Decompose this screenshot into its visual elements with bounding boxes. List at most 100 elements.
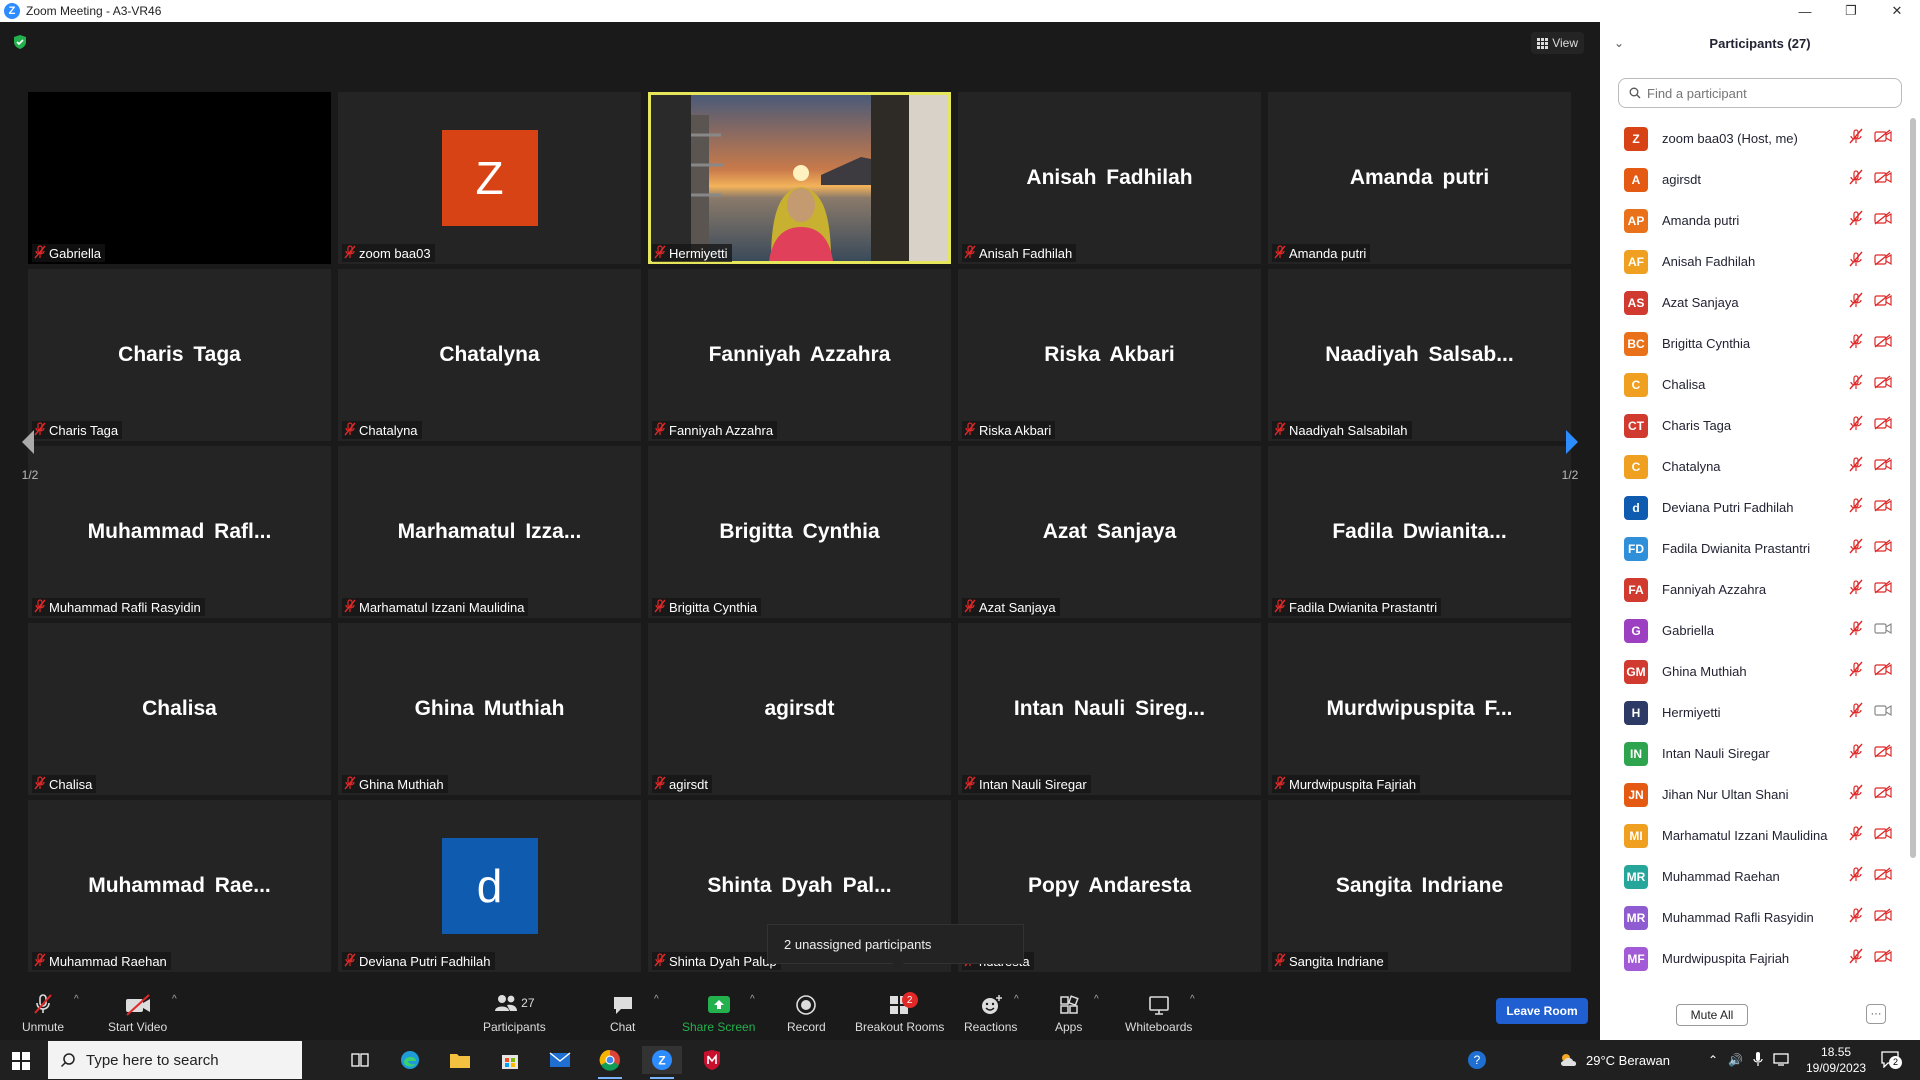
unmute-button[interactable]: Unmute — [22, 990, 64, 1034]
next-page-arrow-icon[interactable] — [1562, 428, 1582, 456]
windows-start-icon[interactable] — [12, 1052, 30, 1070]
participant-row[interactable]: BC Brigitta Cynthia — [1600, 323, 1906, 364]
network-icon[interactable] — [1773, 1052, 1789, 1069]
chrome-browser-icon[interactable] — [590, 1046, 630, 1079]
participant-tile[interactable]: Ghina Muthiah Ghina Muthiah — [338, 623, 641, 795]
view-button[interactable]: View — [1531, 32, 1584, 54]
participant-row[interactable]: AF Anisah Fadhilah — [1600, 241, 1906, 282]
share-screen-button[interactable]: Share Screen — [682, 990, 755, 1034]
muted-microphone-icon[interactable] — [1848, 702, 1864, 723]
encryption-shield-icon[interactable] — [12, 34, 28, 50]
mail-icon[interactable] — [540, 1046, 580, 1074]
participant-tile[interactable]: agirsdt agirsdt — [648, 623, 951, 795]
participant-tile[interactable]: d Deviana Putri Fadhilah — [338, 800, 641, 972]
participant-tile[interactable]: Muhammad Rae... Muhammad Raehan — [28, 800, 331, 972]
microphone-tray-icon[interactable] — [1753, 1051, 1763, 1070]
participant-row[interactable]: JN Jihan Nur Ultan Shani — [1600, 774, 1906, 815]
participant-tile[interactable]: Hermiyetti — [648, 92, 951, 264]
reactions-button[interactable]: Reactions — [964, 990, 1017, 1034]
whiteboards-button[interactable]: Whiteboards — [1125, 990, 1192, 1034]
help-icon[interactable]: ? — [1466, 1040, 1488, 1080]
muted-microphone-icon[interactable] — [1848, 538, 1864, 559]
participant-row[interactable]: MR Muhammad Raehan — [1600, 856, 1906, 897]
minimize-button[interactable]: — — [1782, 0, 1828, 22]
participant-tile[interactable]: Fanniyah Azzahra Fanniyah Azzahra — [648, 269, 951, 441]
participant-tile[interactable]: Zzoom baa03 — [338, 92, 641, 264]
participant-row[interactable]: FA Fanniyah Azzahra — [1600, 569, 1906, 610]
video-camera-off-icon[interactable] — [1874, 457, 1892, 476]
participant-row[interactable]: Aagirsdt — [1600, 159, 1906, 200]
participant-row[interactable]: CT Charis Taga — [1600, 405, 1906, 446]
muted-microphone-icon[interactable] — [1848, 620, 1864, 641]
video-camera-off-icon[interactable] — [1874, 498, 1892, 517]
video-camera-off-icon[interactable] — [1874, 826, 1892, 845]
participant-tile[interactable]: Chalisa Chalisa — [28, 623, 331, 795]
muted-microphone-icon[interactable] — [1848, 251, 1864, 272]
muted-microphone-icon[interactable] — [1848, 784, 1864, 805]
audio-options-caret-icon[interactable]: ^ — [74, 994, 79, 1005]
muted-microphone-icon[interactable] — [1848, 825, 1864, 846]
participant-list-scrollbar[interactable] — [1910, 118, 1916, 858]
participant-tile[interactable]: Charis Taga Charis Taga — [28, 269, 331, 441]
participant-search-input[interactable] — [1647, 85, 1887, 101]
participant-row[interactable]: C Chalisa — [1600, 364, 1906, 405]
video-camera-off-icon[interactable] — [1874, 170, 1892, 189]
video-camera-off-icon[interactable] — [1874, 580, 1892, 599]
participant-row[interactable]: d Deviana Putri Fadhilah — [1600, 487, 1906, 528]
taskbar-search-box[interactable]: Type here to search — [48, 1041, 302, 1079]
participant-tile[interactable]: Gabriella — [28, 92, 331, 264]
zoom-app-icon[interactable]: Z — [642, 1046, 682, 1079]
participant-tile[interactable]: Anisah Fadhilah Anisah Fadhilah — [958, 92, 1261, 264]
participant-tile[interactable]: Naadiyah Salsab... Naadiyah Salsabilah — [1268, 269, 1571, 441]
edge-browser-icon[interactable] — [390, 1046, 430, 1074]
previous-page-arrow-icon[interactable] — [18, 428, 38, 456]
microsoft-store-icon[interactable] — [490, 1046, 530, 1074]
participant-tile[interactable]: Riska Akbari Riska Akbari — [958, 269, 1261, 441]
video-camera-off-icon[interactable] — [1874, 293, 1892, 312]
muted-microphone-icon[interactable] — [1848, 497, 1864, 518]
reactions-caret-icon[interactable]: ^ — [1014, 994, 1019, 1005]
video-camera-off-icon[interactable] — [1874, 908, 1892, 927]
participant-tile[interactable]: Intan Nauli Sireg... Intan Nauli Siregar — [958, 623, 1261, 795]
participant-tile[interactable]: Marhamatul Izza... Marhamatul Izzani Maul… — [338, 446, 641, 618]
participant-tile[interactable]: Chatalyna Chatalyna — [338, 269, 641, 441]
muted-microphone-icon[interactable] — [1848, 661, 1864, 682]
video-camera-off-icon[interactable] — [1874, 416, 1892, 435]
muted-microphone-icon[interactable] — [1848, 292, 1864, 313]
participant-row[interactable]: AS Azat Sanjaya — [1600, 282, 1906, 323]
video-camera-icon[interactable] — [1874, 621, 1892, 640]
muted-microphone-icon[interactable] — [1848, 374, 1864, 395]
participant-tile[interactable]: Murdwipuspita F... Murdwipuspita Fajriah — [1268, 623, 1571, 795]
taskbar-clock[interactable]: 18.55 19/09/2023 — [1806, 1044, 1866, 1076]
mcafee-icon[interactable] — [692, 1046, 732, 1074]
muted-microphone-icon[interactable] — [1848, 415, 1864, 436]
participant-search-box[interactable] — [1618, 78, 1902, 108]
participant-row[interactable]: MF Murdwipuspita Fajriah — [1600, 938, 1906, 979]
apps-caret-icon[interactable]: ^ — [1094, 994, 1099, 1005]
muted-microphone-icon[interactable] — [1848, 210, 1864, 231]
participant-row[interactable]: GM Ghina Muthiah — [1600, 651, 1906, 692]
muted-microphone-icon[interactable] — [1848, 456, 1864, 477]
tray-expand-icon[interactable]: ⌃ — [1708, 1053, 1718, 1067]
muted-microphone-icon[interactable] — [1848, 169, 1864, 190]
video-camera-off-icon[interactable] — [1874, 744, 1892, 763]
video-camera-off-icon[interactable] — [1874, 375, 1892, 394]
video-camera-off-icon[interactable] — [1874, 539, 1892, 558]
participant-row[interactable]: C Chatalyna — [1600, 446, 1906, 487]
participant-row[interactable]: IN Intan Nauli Siregar — [1600, 733, 1906, 774]
video-camera-off-icon[interactable] — [1874, 211, 1892, 230]
muted-microphone-icon[interactable] — [1848, 333, 1864, 354]
participants-button[interactable]: 27 Participants — [483, 990, 546, 1034]
muted-microphone-icon[interactable] — [1848, 948, 1864, 969]
apps-button[interactable]: Apps — [1055, 990, 1082, 1034]
participant-row[interactable]: Zzoom baa03 (Host, me) — [1600, 118, 1906, 159]
participant-tile[interactable]: Amanda putri Amanda putri — [1268, 92, 1571, 264]
participant-row[interactable]: FD Fadila Dwianita Prastantri — [1600, 528, 1906, 569]
video-camera-off-icon[interactable] — [1874, 129, 1892, 148]
restore-button[interactable]: ❐ — [1828, 0, 1874, 22]
chat-options-caret-icon[interactable]: ^ — [654, 994, 659, 1005]
muted-microphone-icon[interactable] — [1848, 579, 1864, 600]
weather-widget[interactable]: 29°C Berawan — [1558, 1040, 1670, 1080]
close-button[interactable]: ✕ — [1874, 0, 1920, 22]
breakout-rooms-button[interactable]: 2 Breakout Rooms — [855, 990, 944, 1034]
